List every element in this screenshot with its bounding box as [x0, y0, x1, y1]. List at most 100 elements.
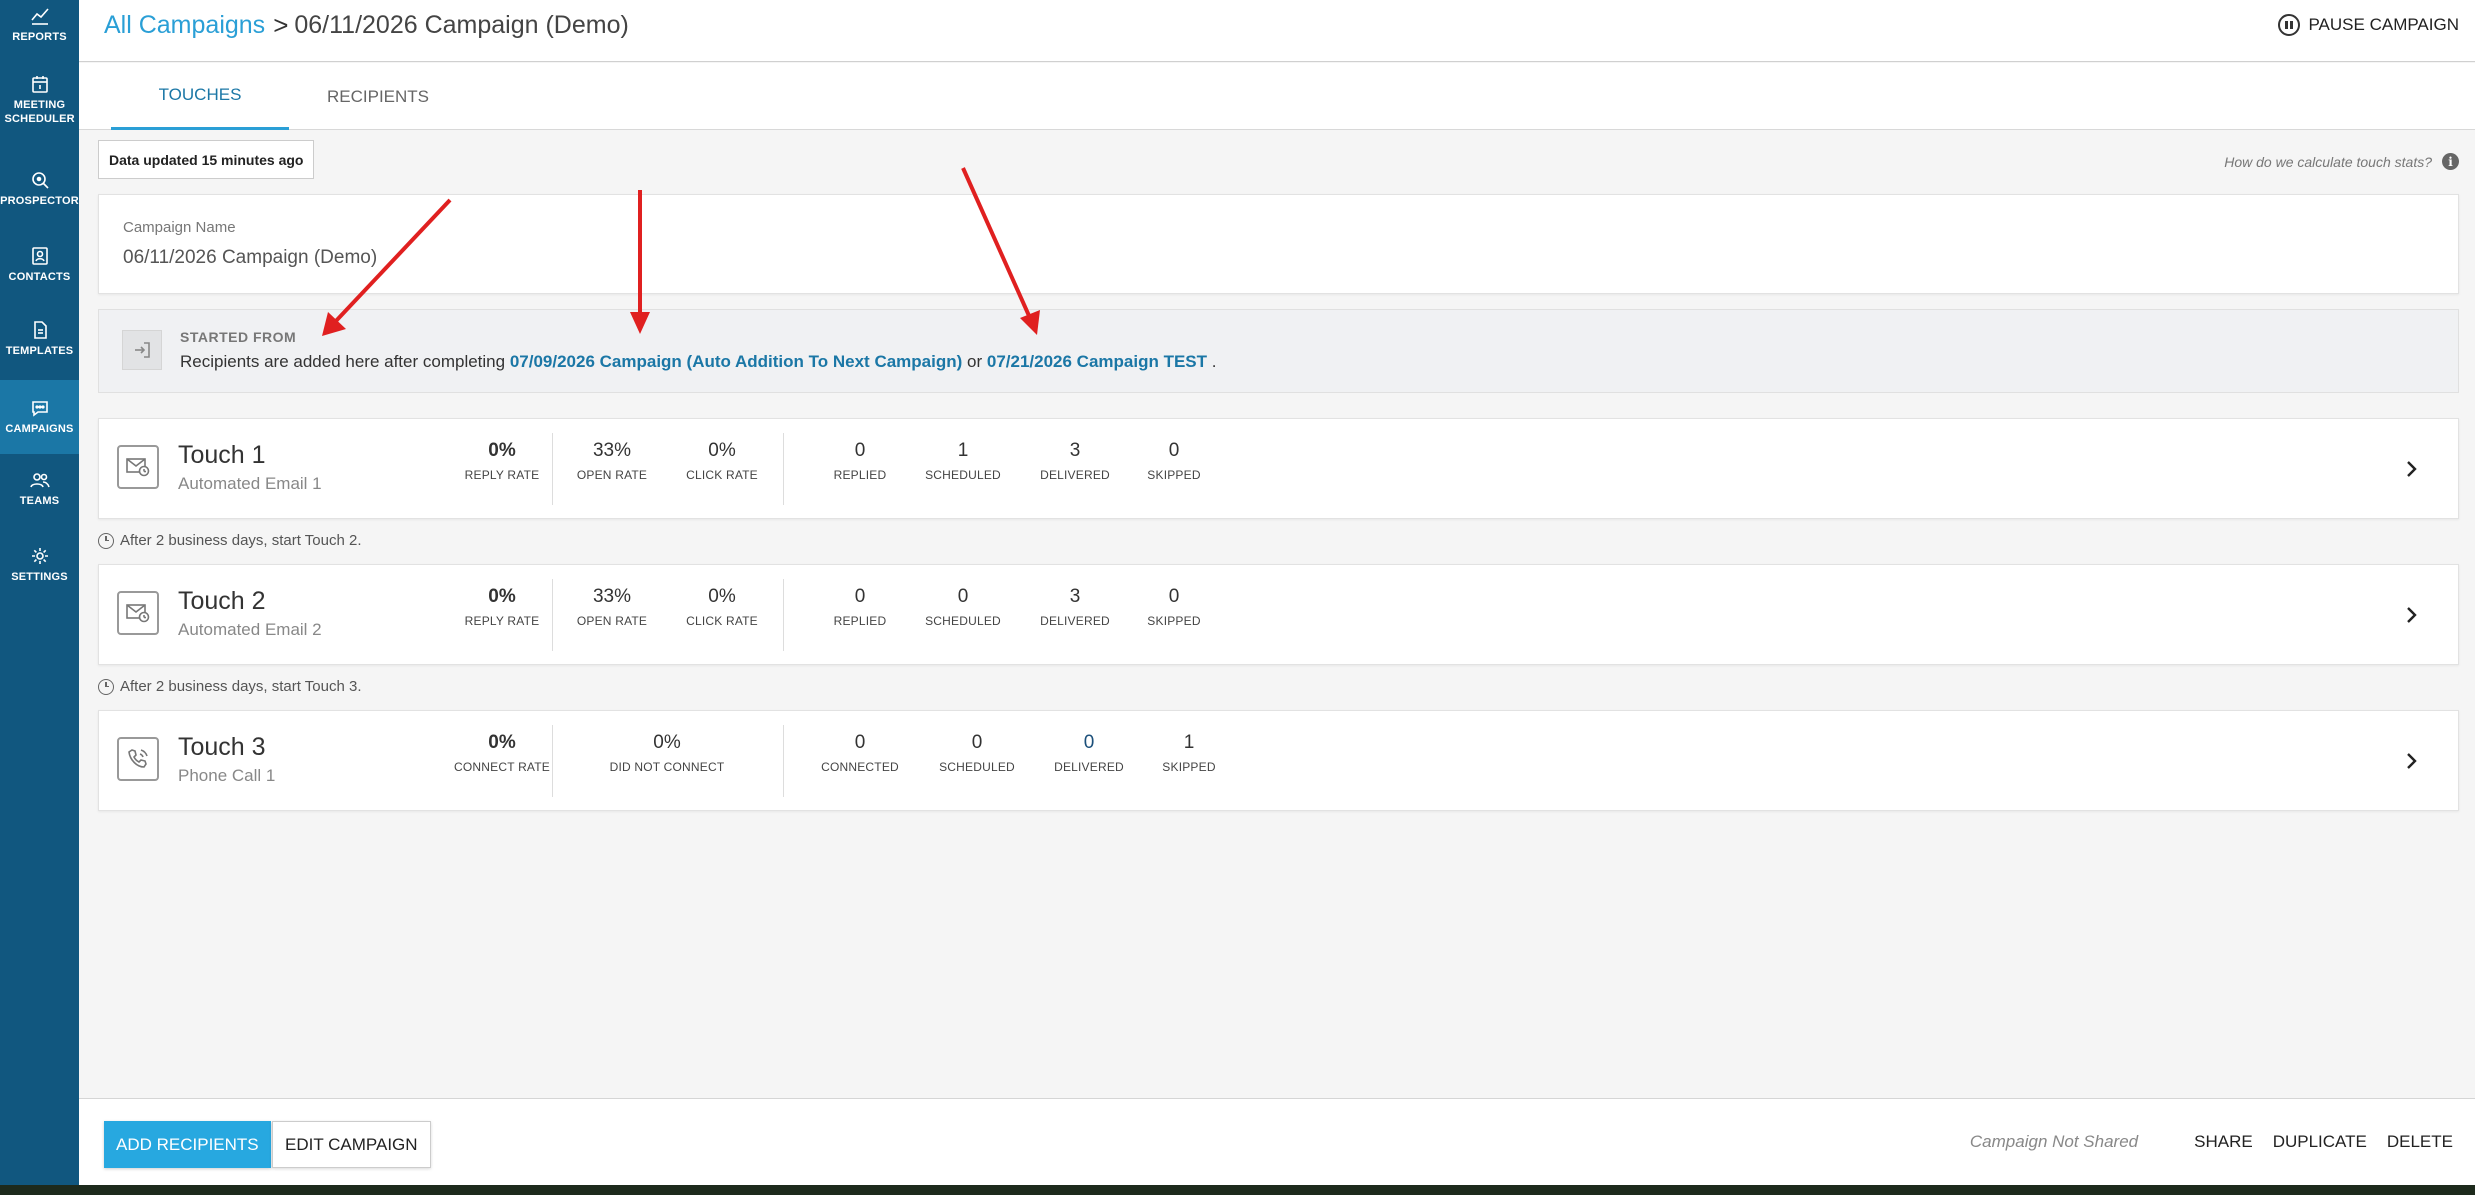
started-from-title: STARTED FROM: [180, 329, 297, 345]
pause-campaign-label: PAUSE CAMPAIGN: [2308, 15, 2459, 34]
sidebar-item-reports[interactable]: REPORTS: [0, 6, 79, 50]
calendar-icon: [31, 76, 48, 93]
stat-value: 0%: [708, 586, 736, 607]
email-schedule-icon: [117, 445, 159, 489]
email-schedule-icon: [117, 591, 159, 635]
stat-label: CONNECT RATE: [454, 760, 550, 774]
sidebar-item-label: MEETING SCHEDULER: [4, 99, 75, 125]
reports-icon: [30, 8, 49, 25]
touch-card-3[interactable]: Touch 3 Phone Call 1 0% CONNECT RATE 0% DI…: [98, 710, 2459, 811]
page-title: 06/11/2026 Campaign (Demo): [294, 11, 629, 39]
delay-note-2: After 2 business days, start Touch 3.: [98, 678, 362, 695]
touch-subtitle: Automated Email 2: [178, 620, 322, 639]
stat-label: DID NOT CONNECT: [609, 760, 725, 774]
sidebar-item-label: SETTINGS: [11, 571, 68, 583]
sidebar-item-contacts[interactable]: CONTACTS: [0, 246, 79, 290]
delay-text: After 2 business days, start Touch 3.: [120, 678, 362, 695]
sidebar-item-campaigns[interactable]: CAMPAIGNS: [0, 380, 79, 454]
touch-card-2[interactable]: Touch 2 Automated Email 2 0% REPLY RATE 3…: [98, 564, 2459, 665]
people-icon: [29, 473, 50, 488]
chevron-right-icon[interactable]: [2396, 453, 2428, 485]
sidebar-item-meeting-scheduler[interactable]: MEETING SCHEDULER: [0, 74, 79, 134]
tab-bar: TOUCHES RECIPIENTS: [79, 63, 2475, 130]
touch-subtitle: Automated Email 1: [178, 474, 322, 493]
info-icon: i: [2442, 153, 2459, 170]
stat-label: CLICK RATE: [686, 614, 758, 628]
tab-touches[interactable]: TOUCHES: [111, 63, 289, 130]
chevron-right-icon[interactable]: [2396, 599, 2428, 631]
sidebar-item-label: CONTACTS: [8, 271, 71, 283]
pause-campaign-button[interactable]: PAUSE CAMPAIGN: [2278, 14, 2459, 36]
sidebar-item-teams[interactable]: TEAMS: [0, 470, 79, 514]
chevron-right-icon[interactable]: [2396, 745, 2428, 777]
phone-call-icon: [117, 737, 159, 781]
touch-card-1[interactable]: Touch 1 Automated Email 1 0% REPLY RATE 3…: [98, 418, 2459, 519]
divider: [552, 725, 553, 797]
sidebar-item-label: PROSPECTOR: [0, 195, 79, 207]
touch-stats-help-label: How do we calculate touch stats?: [2224, 153, 2432, 170]
skipped-stat: 0 SKIPPED: [1104, 440, 1244, 482]
page-header: All Campaigns > 06/11/2026 Campaign (Dem…: [79, 0, 2475, 62]
stat-label: SKIPPED: [1147, 614, 1201, 628]
sidebar-item-label: CAMPAIGNS: [5, 423, 74, 435]
edit-campaign-button[interactable]: EDIT CAMPAIGN: [272, 1121, 431, 1168]
sidebar-item-label: TEMPLATES: [5, 345, 74, 357]
source-campaign-link-1[interactable]: 07/09/2026 Campaign (Auto Addition To Ne…: [510, 352, 962, 371]
stat-value: 1: [1183, 732, 1195, 753]
stat-value: 0: [1168, 440, 1180, 461]
page-footer: ADD RECIPIENTS EDIT CAMPAIGN Campaign No…: [79, 1098, 2475, 1185]
delay-text: After 2 business days, start Touch 2.: [120, 532, 362, 549]
campaign-name-label: Campaign Name: [123, 219, 236, 236]
divider: [783, 433, 784, 505]
click-rate-stat: 0% CLICK RATE: [652, 586, 792, 628]
started-from-panel: STARTED FROM Recipients are added here a…: [98, 309, 2459, 393]
campaign-name-value: 06/11/2026 Campaign (Demo): [123, 247, 378, 268]
divider: [783, 725, 784, 797]
started-from-or: or: [967, 352, 983, 371]
footer-actions: Campaign Not Shared SHARE DUPLICATE DELE…: [1970, 1132, 2453, 1152]
breadcrumb-all-campaigns-link[interactable]: All Campaigns: [104, 11, 265, 40]
sidebar-item-label: TEAMS: [19, 495, 60, 507]
share-status: Campaign Not Shared: [1969, 1132, 2139, 1151]
sidebar-item-templates[interactable]: TEMPLATES: [0, 320, 79, 364]
share-button[interactable]: SHARE: [2194, 1132, 2253, 1152]
breadcrumb: All Campaigns > 06/11/2026 Campaign (Dem…: [104, 10, 629, 41]
document-icon: [33, 321, 47, 339]
clock-icon: [98, 678, 114, 695]
stat-value: 0%: [653, 732, 681, 753]
started-from-text: Recipients are added here after completi…: [180, 352, 1217, 372]
touch-title: Touch 1: [178, 441, 266, 469]
sidebar-item-settings[interactable]: SETTINGS: [0, 546, 79, 590]
connect-rate-stat: 0% CONNECT RATE: [432, 732, 572, 774]
duplicate-button[interactable]: DUPLICATE: [2273, 1132, 2367, 1152]
touch-stats-help-link[interactable]: How do we calculate touch stats? i: [2224, 153, 2459, 170]
sign-in-icon: [122, 330, 162, 370]
delay-note-1: After 2 business days, start Touch 2.: [98, 532, 362, 549]
started-from-prefix: Recipients are added here after completi…: [180, 352, 506, 371]
sidebar: REPORTS MEETING SCHEDULER PROSPECTOR CON…: [0, 0, 79, 1185]
touch-subtitle: Phone Call 1: [178, 766, 276, 785]
campaign-name-card: Campaign Name 06/11/2026 Campaign (Demo): [98, 194, 2459, 294]
stat-value: 0%: [488, 732, 516, 753]
delete-button[interactable]: DELETE: [2387, 1132, 2453, 1152]
contact-card-icon: [31, 247, 48, 265]
stat-label: CLICK RATE: [686, 468, 758, 482]
touch-title: Touch 3: [178, 733, 266, 761]
pause-icon: [2278, 14, 2301, 36]
stat-value: 0%: [708, 440, 736, 461]
touch-title: Touch 2: [178, 587, 266, 615]
stat-label: SKIPPED: [1147, 468, 1201, 482]
breadcrumb-separator: >: [273, 10, 289, 40]
skipped-stat: 0 SKIPPED: [1104, 586, 1244, 628]
started-from-suffix: .: [1211, 352, 1217, 371]
search-icon: [31, 172, 49, 189]
taskbar-strip: [0, 1185, 2475, 1195]
data-updated-badge: Data updated 15 minutes ago: [98, 140, 315, 179]
source-campaign-link-2[interactable]: 07/21/2026 Campaign TEST: [987, 352, 1207, 371]
clock-icon: [98, 532, 114, 549]
add-recipients-button[interactable]: ADD RECIPIENTS: [104, 1121, 271, 1168]
tab-recipients[interactable]: RECIPIENTS: [289, 63, 467, 130]
did-not-connect-stat: 0% DID NOT CONNECT: [577, 732, 757, 774]
sidebar-item-label: REPORTS: [12, 31, 67, 43]
sidebar-item-prospector[interactable]: PROSPECTOR: [0, 170, 79, 214]
